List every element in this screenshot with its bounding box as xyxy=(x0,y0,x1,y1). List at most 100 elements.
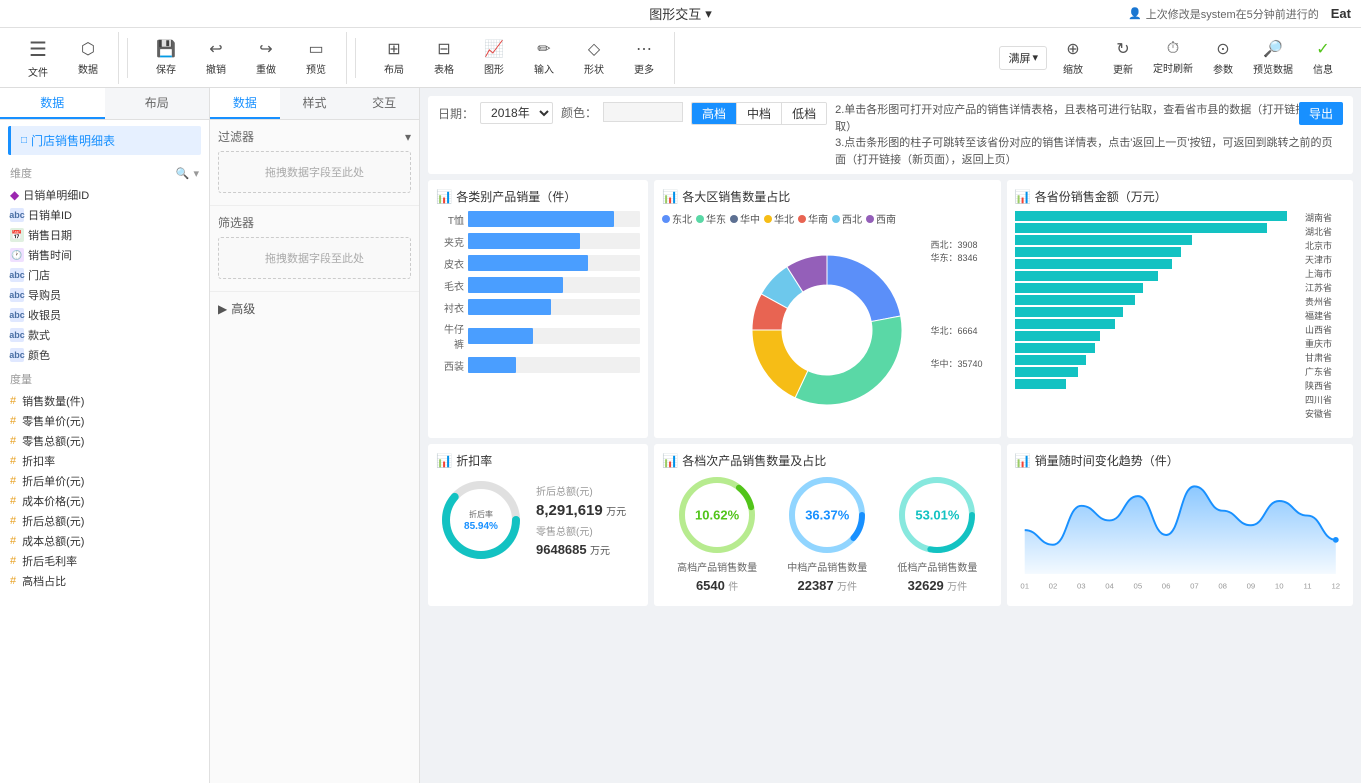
svg-text:03: 03 xyxy=(1076,581,1085,590)
province-row xyxy=(1015,367,1302,377)
province-row xyxy=(1015,259,1302,269)
zoom-button[interactable]: ⊕ 缩放 xyxy=(1049,32,1097,84)
bar-fill xyxy=(468,233,580,249)
province-label: 安徽省 xyxy=(1305,407,1345,419)
table-button[interactable]: ⊟ 表格 xyxy=(420,32,468,84)
dim-field-款式[interactable]: abc款式 xyxy=(0,325,209,345)
bar-track xyxy=(468,255,640,271)
measure-field-零售总额(元)[interactable]: #零售总额(元) xyxy=(0,431,209,451)
middle-tab-style[interactable]: 样式 xyxy=(280,88,350,119)
province-inner: 湖南省湖北省北京市天津市上海市江苏省贵州省福建省山西省重庆市甘肃省广东省陕西省四… xyxy=(1015,211,1346,419)
chart5-icon: 📊 xyxy=(662,453,678,469)
grade-tab-high[interactable]: 高档 xyxy=(692,103,737,124)
timer-button[interactable]: ⏱ 定时刷新 xyxy=(1149,32,1197,84)
chart2-title: 📊 各大区销售数量占比 xyxy=(662,188,993,205)
dim-field-颜色[interactable]: abc颜色 xyxy=(0,345,209,365)
measure-field-销售数量(件)[interactable]: #销售数量(件) xyxy=(0,391,209,411)
legend-华东: 华东 xyxy=(696,211,726,226)
province-bar xyxy=(1015,379,1067,389)
dim-field-销售时间[interactable]: 🕐销售时间 xyxy=(0,245,209,265)
bar-row-皮衣: 皮衣 xyxy=(436,255,640,271)
dim-field-门店[interactable]: abc门店 xyxy=(0,265,209,285)
dim-field-日销单明细ID[interactable]: ◆日销单明细ID xyxy=(0,185,209,205)
dim-field-销售日期[interactable]: 📅销售日期 xyxy=(0,225,209,245)
gauge-section: 折后率 85.94% 折后总额(元) 8,291,619 万元 xyxy=(436,475,640,565)
legend-华南: 华南 xyxy=(798,211,828,226)
measure-field-成本总额(元)[interactable]: #成本总额(元) xyxy=(0,531,209,551)
params-button[interactable]: ⊙ 参数 xyxy=(1199,32,1247,84)
bar-label: 牛仔裤 xyxy=(436,321,464,351)
grade-tab-mid[interactable]: 中档 xyxy=(737,103,782,124)
data-icon: ⬡ xyxy=(81,39,95,59)
bar-fill xyxy=(468,328,533,344)
middle-tab-interact[interactable]: 交互 xyxy=(349,88,419,119)
info-button[interactable]: ✓ 信息 xyxy=(1299,32,1347,84)
measure-field-成本价格(元)[interactable]: #成本价格(元) xyxy=(0,491,209,511)
left-tab-layout[interactable]: 布局 xyxy=(105,88,210,119)
toolbar-divider-2 xyxy=(355,38,356,78)
bar-track xyxy=(468,211,640,227)
dim-field-收银员[interactable]: abc收银员 xyxy=(0,305,209,325)
redo-button[interactable]: ↪ 重做 xyxy=(242,32,290,84)
table-item[interactable]: □ 门店销售明细表 xyxy=(8,126,201,155)
measure-field-零售单价(元)[interactable]: #零售单价(元) xyxy=(0,411,209,431)
data-button[interactable]: ⬡ 数据 xyxy=(64,32,112,84)
province-row xyxy=(1015,331,1302,341)
preview-button[interactable]: ▭ 预览 xyxy=(292,32,340,84)
advanced-header[interactable]: ▶ 高级 xyxy=(218,300,411,317)
save-button[interactable]: 💾 保存 xyxy=(142,32,190,84)
svg-text:02: 02 xyxy=(1048,581,1057,590)
fullscreen-button[interactable]: 满屏 ▾ xyxy=(999,46,1047,70)
province-bar xyxy=(1015,343,1095,353)
dim-field-日销单ID[interactable]: abc日销单ID xyxy=(0,205,209,225)
eat-label: Eat xyxy=(1331,6,1351,21)
preview-data-button[interactable]: 🔎 预览数据 xyxy=(1249,32,1297,84)
advanced-label: 高级 xyxy=(231,300,255,317)
measure-field-折扣率[interactable]: #折扣率 xyxy=(0,451,209,471)
layout-button[interactable]: ⊞ 布局 xyxy=(370,32,418,84)
undo-button[interactable]: ↩ 撤销 xyxy=(192,32,240,84)
dimension-section-header: 维度 🔍 ▾ xyxy=(0,161,209,183)
bar-label: 毛衣 xyxy=(436,278,464,293)
province-chart: 湖南省湖北省北京市天津市上海市江苏省贵州省福建省山西省重庆市甘肃省广东省陕西省四… xyxy=(1015,211,1346,419)
export-button[interactable]: 导出 xyxy=(1299,102,1343,125)
input-button[interactable]: ✏ 输入 xyxy=(520,32,568,84)
redo-icon: ↪ xyxy=(259,39,272,59)
circle-svg-wrapper: 36.37% xyxy=(787,475,867,555)
measure-field-折后总额(元)[interactable]: #折后总额(元) xyxy=(0,511,209,531)
toolbar: ☰ 文件 ⬡ 数据 💾 保存 ↩ 撤销 ↪ 重做 ▭ 预览 ⊞ 布局 xyxy=(0,28,1361,88)
circle-count: 6540 xyxy=(696,578,725,593)
chart6-icon: 📊 xyxy=(1015,453,1031,469)
bar-label: 夹克 xyxy=(436,234,464,249)
color-box[interactable] xyxy=(603,102,683,122)
legend-东北: 东北 xyxy=(662,211,692,226)
legend-华中: 华中 xyxy=(730,211,760,226)
title-center: 图形交互 ▾ xyxy=(649,4,712,23)
filter-expand-icon[interactable]: ▾ xyxy=(405,130,411,144)
file-button[interactable]: ☰ 文件 xyxy=(14,32,62,84)
middle-tab-data[interactable]: 数据 xyxy=(210,88,280,119)
gauge-svg: 折后率 85.94% xyxy=(436,475,526,565)
measure-field-折后单价(元)[interactable]: #折后单价(元) xyxy=(0,471,209,491)
save-icon: 💾 xyxy=(156,39,176,59)
grade-tab-low[interactable]: 低档 xyxy=(782,103,826,124)
measure-field-折后毛利率[interactable]: #折后毛利率 xyxy=(0,551,209,571)
more-button[interactable]: ⋯ 更多 xyxy=(620,32,668,84)
filter-section: 过滤器 ▾ 拖拽数据字段至此处 xyxy=(210,120,419,205)
measure-field-高档占比[interactable]: #高档占比 xyxy=(0,571,209,589)
province-label: 陕西省 xyxy=(1305,379,1345,391)
title-dropdown-icon[interactable]: ▾ xyxy=(705,6,712,22)
province-label: 山西省 xyxy=(1305,323,1345,335)
province-row xyxy=(1015,319,1302,329)
advanced-expand-icon: ▶ xyxy=(218,302,227,316)
user-icon: 👤 xyxy=(1128,7,1142,20)
measure-label: 度量 xyxy=(10,371,32,387)
dim-field-导购员[interactable]: abc导购员 xyxy=(0,285,209,305)
refresh-button[interactable]: ↻ 更新 xyxy=(1099,32,1147,84)
left-tab-data[interactable]: 数据 xyxy=(0,88,105,119)
expand-icon[interactable]: ▾ xyxy=(193,167,199,180)
shape-button[interactable]: ◇ 形状 xyxy=(570,32,618,84)
chart-button[interactable]: 📈 图形 xyxy=(470,32,518,84)
date-select[interactable]: 2018年 xyxy=(480,102,553,124)
search-icon[interactable]: 🔍 xyxy=(176,167,190,180)
